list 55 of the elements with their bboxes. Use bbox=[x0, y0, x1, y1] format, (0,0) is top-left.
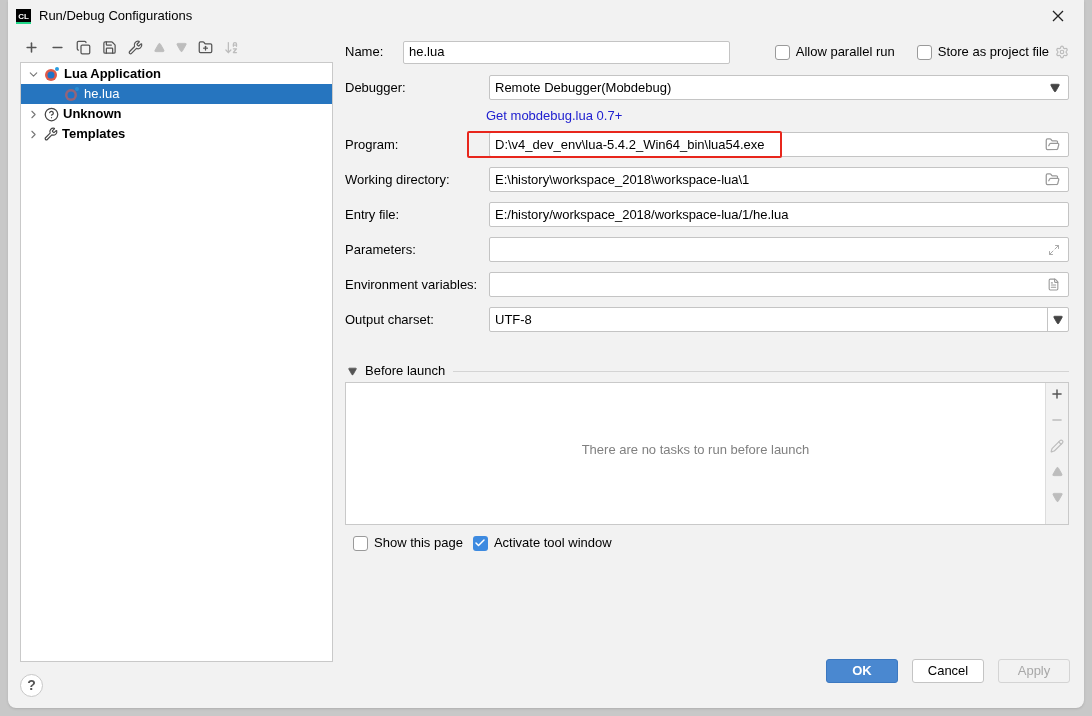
field-label: Program: bbox=[345, 135, 400, 154]
charset-combo[interactable]: UTF-8 bbox=[489, 307, 1069, 332]
dialog-button[interactable]: Cancel bbox=[912, 659, 984, 683]
close-icon[interactable] bbox=[1052, 10, 1064, 22]
save-icon[interactable] bbox=[102, 39, 117, 55]
tree-item[interactable]: he.lua bbox=[21, 84, 332, 104]
checkbox[interactable] bbox=[774, 44, 790, 60]
lua-icon bbox=[64, 86, 80, 102]
environment-field[interactable] bbox=[489, 272, 1069, 297]
tree-item[interactable]: Lua Application bbox=[21, 64, 332, 84]
settings-icon[interactable] bbox=[1055, 45, 1069, 59]
field-label: Parameters: bbox=[345, 240, 417, 259]
empty-list-text: There are no tasks to run before launch bbox=[581, 441, 810, 456]
help-button[interactable]: ? bbox=[20, 673, 43, 697]
tree-item[interactable]: Templates bbox=[21, 124, 332, 144]
field-label: Output charset: bbox=[345, 310, 435, 329]
question-icon bbox=[44, 106, 59, 122]
checkbox-label: Allow parallel run bbox=[795, 43, 895, 62]
field-label: Name: bbox=[345, 43, 385, 62]
field-label: Debugger: bbox=[345, 78, 407, 97]
dropdown-arrow-icon bbox=[1050, 82, 1060, 93]
copy-icon[interactable] bbox=[76, 39, 91, 55]
parameters-field[interactable] bbox=[489, 237, 1069, 262]
edit-list-icon[interactable] bbox=[1047, 278, 1060, 291]
expand-field-icon[interactable] bbox=[1048, 243, 1060, 256]
window-title: Run/Debug Configurations bbox=[39, 7, 193, 26]
checkbox[interactable] bbox=[353, 535, 368, 551]
lua-icon bbox=[44, 66, 60, 82]
checkbox-label: Activate tool window bbox=[493, 534, 612, 553]
name-field[interactable]: he.lua bbox=[403, 40, 730, 64]
add-icon[interactable] bbox=[24, 39, 39, 55]
folder-icon[interactable] bbox=[1045, 137, 1060, 152]
checkbox-label: Show this page bbox=[374, 534, 463, 553]
app-logo: CL bbox=[16, 8, 31, 24]
new-folder-icon[interactable] bbox=[198, 39, 213, 55]
checkbox[interactable] bbox=[916, 44, 932, 60]
folder-icon[interactable] bbox=[1045, 172, 1060, 187]
field-label: Entry file: bbox=[345, 205, 401, 224]
path-field[interactable]: D:\v4_dev_env\lua-5.4.2_Win64_bin\lua54.exe bbox=[489, 132, 1069, 157]
path-field[interactable]: E:\history\workspace_2018\workspace-lua\1 bbox=[489, 167, 1069, 192]
checkbox[interactable] bbox=[472, 535, 488, 551]
debugger-dropdown[interactable]: Remote Debugger(Mobdebug) bbox=[489, 75, 1069, 100]
wrench-icon bbox=[44, 127, 58, 141]
dropdown-arrow-icon bbox=[1053, 314, 1063, 325]
field-label: Working directory: bbox=[345, 170, 451, 189]
checkbox-label: Store as project file bbox=[937, 43, 1049, 62]
entry-file-field[interactable]: E:/history/workspace_2018/workspace-lua/1/he.lua bbox=[489, 202, 1069, 227]
section-title[interactable]: Before launch bbox=[365, 361, 446, 381]
collapse-icon[interactable] bbox=[348, 366, 357, 376]
dialog-button[interactable]: OK bbox=[826, 659, 898, 683]
download-link[interactable]: Get mobdebug.lua 0.7+ bbox=[486, 106, 623, 126]
wrench-icon[interactable] bbox=[128, 39, 143, 55]
field-label: Environment variables: bbox=[345, 275, 479, 294]
tree-item[interactable]: Unknown bbox=[21, 104, 332, 124]
add-icon[interactable] bbox=[1050, 386, 1064, 401]
